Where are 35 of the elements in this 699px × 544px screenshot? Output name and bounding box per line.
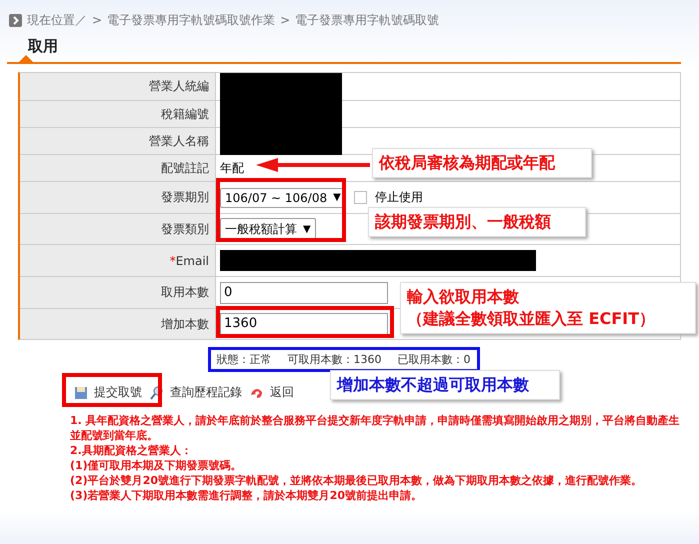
annotation-callout: 依稅局審核為期配或年配: [372, 148, 592, 178]
note-text: (2)平台於雙月20號進行下期發票字軌配號，並將依本期最後已取用本數，做為下期取用本數之依據，進行配號作業。: [70, 473, 644, 488]
note-text: 1. 具年配資格之營業人，請於年底前於整合服務平台提交新年度字軌申請，申請時僅需填寫開始啟用之期別，平台將自動產生並配號到當年底。: [70, 413, 681, 443]
field-label: 發票期別: [20, 182, 216, 213]
field-label: 增加本數: [20, 309, 216, 339]
field-label: 取用本數: [20, 277, 216, 308]
field-label: 配號註記: [20, 155, 216, 181]
page-title: 取用: [28, 37, 59, 57]
field-label: 營業人統編: [20, 73, 216, 100]
field-label: 發票類別: [20, 214, 216, 244]
note-text: (3)若營業人下期取用本數需進行調整，請於本期雙月20號前提出申請。: [70, 488, 424, 503]
breadcrumb-separator: >: [280, 13, 290, 27]
dropdown[interactable]: 一般稅額計算 ▼: [220, 218, 316, 240]
annotation-callout: 輸入欲取用本數 （建議全數領取並匯入至 ECFIT）: [400, 282, 696, 334]
breadcrumb-link[interactable]: 電子發票專用字軌號碼取號作業: [107, 12, 276, 28]
back-button[interactable]: 返回: [250, 384, 294, 401]
annotation-callout: 增加本數不超過可取用本數: [330, 370, 560, 400]
field-label: 稅籍編號: [20, 101, 216, 127]
field-label: 營業人名稱: [20, 128, 216, 154]
breadcrumb-label: 現在位置／: [27, 12, 87, 28]
checkbox-label: 停止使用: [374, 189, 423, 206]
field-value: 年配: [220, 160, 244, 176]
search-icon: [150, 386, 164, 400]
chevron-icon: [9, 14, 22, 26]
checkbox[interactable]: [354, 191, 367, 204]
input-field[interactable]: 1360: [220, 313, 388, 335]
input-field[interactable]: 0: [220, 282, 388, 304]
annotation-callout: 該期發票期別、一般稅額: [368, 207, 586, 237]
breadcrumb-separator: >: [92, 13, 102, 27]
submit-button[interactable]: 提交取號: [74, 384, 142, 401]
field-label: *Email: [20, 245, 216, 276]
breadcrumb-link[interactable]: 電子發票專用字軌號碼取號: [295, 12, 440, 28]
note-text: 2.具期配資格之營業人：: [70, 443, 193, 458]
history-button[interactable]: 查詢歷程記錄: [150, 384, 242, 401]
note-text: (1)僅可取用本期及下期發票號碼。: [70, 458, 243, 473]
